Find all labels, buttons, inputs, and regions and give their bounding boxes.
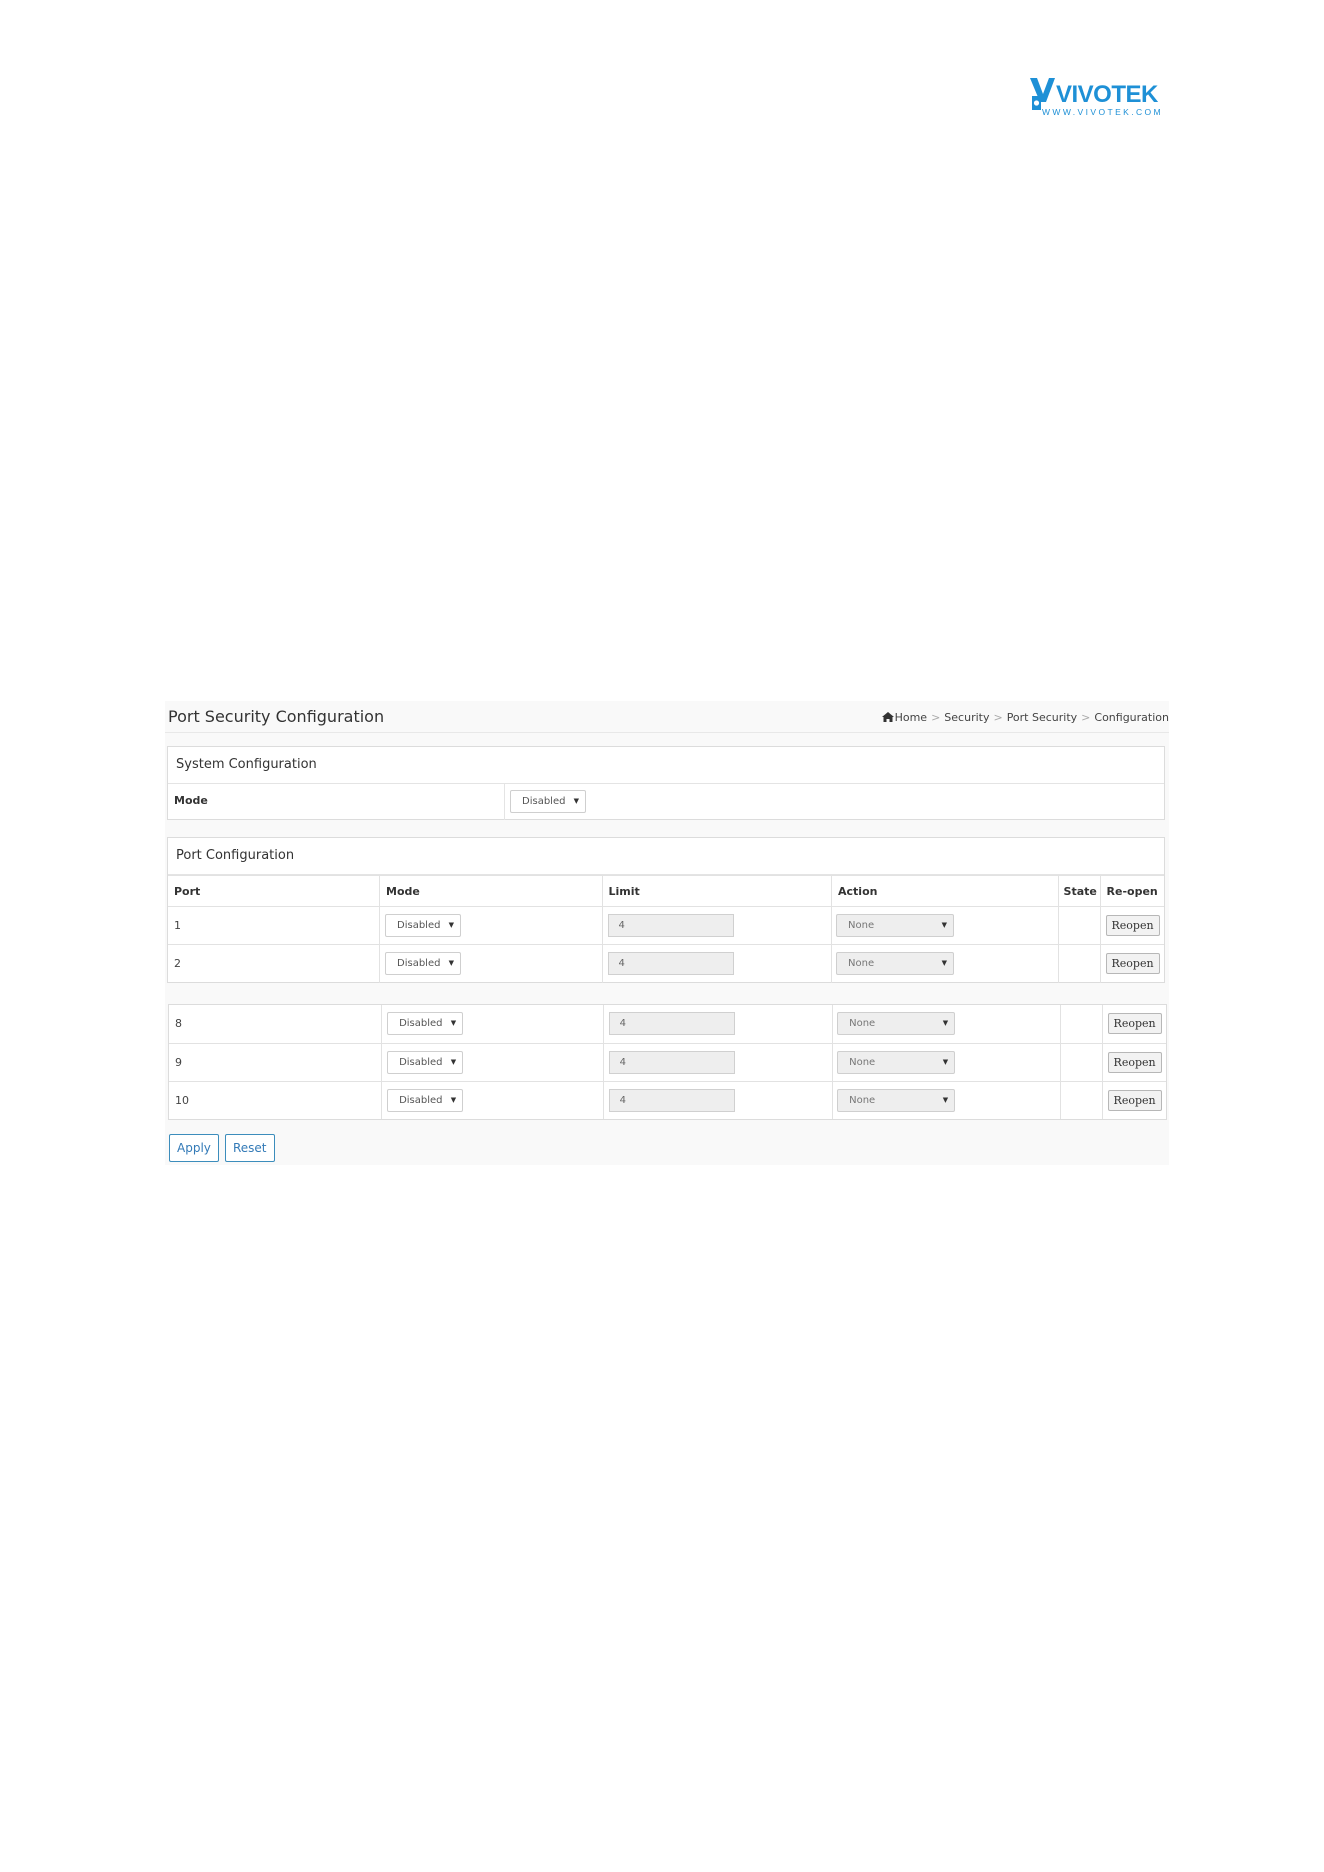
caret-down-icon: ▼ [448,959,455,967]
table-row: 9 Disabled ▼ 4 None ▼ Reopen [169,1042,1166,1081]
port-action-select[interactable]: None ▼ [837,1012,956,1035]
system-configuration-title: System Configuration [168,747,1164,784]
port-action-value: None [849,1056,876,1068]
column-port: Port [168,875,381,907]
port-mode-value: Disabled [399,1094,443,1106]
column-state: State [1058,875,1101,907]
port-state [1060,1042,1103,1081]
port-table-continued: 8 Disabled ▼ 4 None ▼ Reopen 9 Disabled … [169,1005,1166,1119]
caret-down-icon: ▼ [942,1019,949,1027]
port-number: 1 [168,906,381,945]
port-action-value: None [848,920,875,931]
port-state [1060,1005,1103,1043]
caret-down-icon: ▼ [941,921,948,929]
caret-down-icon: ▼ [941,959,948,967]
system-mode-value: Disabled [522,796,566,807]
system-configuration-section: System Configuration Mode Disabled ▼ [167,746,1165,820]
port-mode-select[interactable]: Disabled ▼ [385,914,462,937]
port-table: Port Mode Limit Action State Re-open 1 D… [168,875,1164,983]
port-mode-value: Disabled [399,1056,443,1068]
column-reopen: Re-open [1100,875,1164,907]
table-row: 10 Disabled ▼ 4 None ▼ Reopen [169,1080,1166,1119]
panel-header: Port Security Configuration Home > Securit… [165,701,1169,731]
port-number: 2 [168,944,381,983]
page: VIVOTEK WWW.VIVOTEK.COM Port Security Co… [0,0,1324,1872]
breadcrumb-security[interactable]: Security [944,711,989,724]
reopen-button[interactable]: Reopen [1107,1089,1162,1111]
caret-down-icon: ▼ [573,797,579,805]
port-mode-select[interactable]: Disabled ▼ [387,1050,464,1074]
port-configuration-title: Port Configuration [168,838,1164,875]
port-mode-value: Disabled [397,958,441,969]
port-mode-select[interactable]: Disabled ▼ [385,952,462,975]
column-mode: Mode [379,875,603,907]
port-limit-input[interactable]: 4 [608,1088,735,1112]
breadcrumb-port-security[interactable]: Port Security [1007,711,1077,724]
reset-button[interactable]: Reset [224,1134,275,1162]
port-mode-select[interactable]: Disabled ▼ [387,1012,464,1035]
table-row: 2 Disabled ▼ 4 None ▼ Reopen [168,944,1164,983]
breadcrumb: Home > Security > Port Security > Configuratio… [881,711,1169,725]
caret-down-icon: ▼ [448,921,455,929]
port-number: 10 [169,1080,383,1119]
caret-down-icon: ▼ [942,1057,949,1066]
reopen-button[interactable]: Reopen [1105,953,1160,974]
system-mode-label: Mode [174,794,208,807]
header-divider [165,732,1169,733]
column-limit: Limit [602,875,833,907]
port-state [1058,906,1101,945]
port-limit-input[interactable]: 4 [608,1050,735,1074]
port-state [1058,944,1101,983]
port-state [1060,1080,1103,1119]
svg-text:WWW.VIVOTEK.COM: WWW.VIVOTEK.COM [1042,107,1163,117]
port-configuration-continued: 8 Disabled ▼ 4 None ▼ Reopen 9 Disabled … [168,1004,1167,1120]
reopen-button[interactable]: Reopen [1107,1051,1162,1073]
port-action-value: None [849,1018,876,1029]
breadcrumb-home[interactable]: Home [895,711,927,724]
port-action-select[interactable]: None ▼ [836,914,955,937]
port-limit-input[interactable]: 4 [607,914,734,937]
form-buttons: Apply Reset [169,1134,276,1162]
caret-down-icon: ▼ [450,1019,457,1027]
reopen-button[interactable]: Reopen [1107,1013,1162,1034]
port-number: 8 [169,1005,383,1043]
svg-text:VIVOTEK: VIVOTEK [1056,81,1159,108]
caret-down-icon: ▼ [450,1095,457,1104]
reopen-button[interactable]: Reopen [1105,915,1160,936]
system-mode-row: Mode Disabled ▼ [168,784,1164,820]
home-icon[interactable] [881,712,894,725]
port-action-select[interactable]: None ▼ [837,1050,956,1074]
port-limit-input[interactable]: 4 [608,1012,735,1035]
port-action-value: None [848,958,875,969]
vivotek-logo: VIVOTEK WWW.VIVOTEK.COM [1028,72,1168,118]
breadcrumb-configuration: Configuration [1094,711,1169,724]
apply-button[interactable]: Apply [169,1134,219,1162]
table-row: 8 Disabled ▼ 4 None ▼ Reopen [169,1005,1166,1043]
port-action-select[interactable]: None ▼ [836,952,955,975]
system-mode-select[interactable]: Disabled ▼ [510,790,586,813]
table-row: 1 Disabled ▼ 4 None ▼ Reopen [168,906,1164,945]
port-limit-input[interactable]: 4 [607,952,734,975]
column-action: Action [831,875,1059,907]
port-action-select[interactable]: None ▼ [837,1088,956,1112]
port-mode-value: Disabled [397,920,441,931]
page-title: Port Security Configuration [168,707,385,726]
port-table-header: Port Mode Limit Action State Re-open [168,875,1164,907]
port-number: 9 [169,1042,383,1081]
caret-down-icon: ▼ [942,1095,949,1104]
port-configuration-section: Port Configuration Port Mode Limit Actio… [167,837,1165,983]
port-security-panel: Port Security Configuration Home > Securit… [165,701,1169,1165]
caret-down-icon: ▼ [450,1057,457,1066]
port-mode-select[interactable]: Disabled ▼ [387,1088,464,1112]
port-action-value: None [849,1094,876,1106]
port-mode-value: Disabled [399,1018,443,1029]
